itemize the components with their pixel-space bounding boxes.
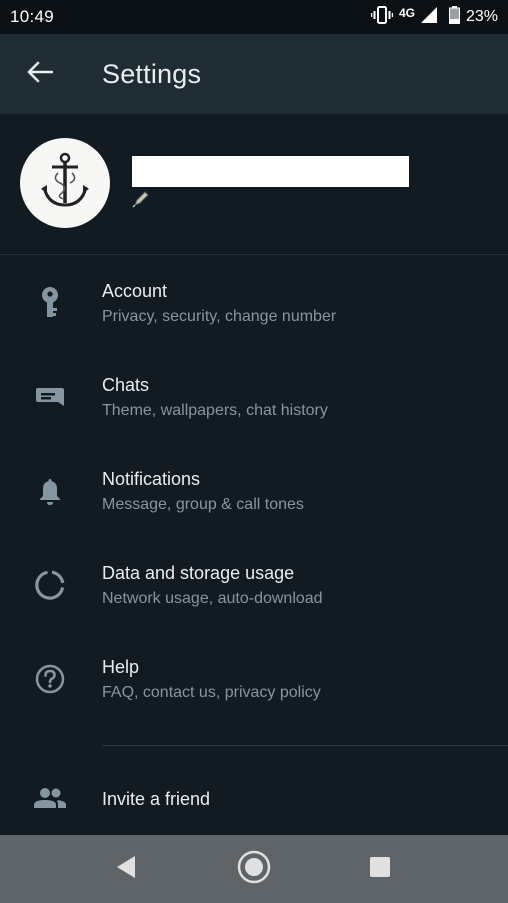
page-title: Settings [102, 58, 202, 89]
nav-back-icon [115, 855, 137, 884]
setting-item-data-storage[interactable]: Data and storage usage Network usage, au… [0, 538, 508, 632]
setting-text: Account Privacy, security, change number [102, 281, 336, 326]
setting-text: Help FAQ, contact us, privacy policy [102, 657, 321, 702]
key-icon [30, 283, 70, 323]
setting-item-account[interactable]: Account Privacy, security, change number [0, 256, 508, 350]
invite-friend-item[interactable]: Invite a friend [0, 768, 508, 830]
people-icon [30, 778, 70, 818]
divider [102, 745, 508, 746]
setting-title: Data and storage usage [102, 562, 295, 583]
setting-item-notifications[interactable]: Notifications Message, group & call tone… [0, 444, 508, 538]
setting-title: Help [102, 656, 140, 677]
data-usage-icon [30, 565, 70, 605]
setting-subtitle: Message, group & call tones [102, 495, 304, 513]
setting-text: Data and storage usage Network usage, au… [102, 563, 323, 608]
setting-title: Chats [102, 374, 150, 395]
nav-home-icon [237, 850, 271, 889]
setting-subtitle: Theme, wallpapers, chat history [102, 401, 328, 419]
back-button[interactable] [0, 34, 80, 114]
setting-item-help[interactable]: Help FAQ, contact us, privacy policy [0, 632, 508, 726]
profile-name [132, 156, 409, 187]
anchor-icon [38, 151, 92, 216]
setting-subtitle: FAQ, contact us, privacy policy [102, 683, 321, 701]
app-bar: Settings [0, 34, 508, 114]
status-time: 10:49 [10, 7, 55, 26]
bell-icon [30, 471, 70, 511]
setting-title: Notifications [102, 468, 201, 489]
battery-icon [448, 6, 460, 28]
profile-section[interactable] [0, 114, 508, 255]
setting-subtitle: Privacy, security, change number [102, 307, 337, 325]
nav-recents-icon [369, 856, 391, 883]
nav-recents-button[interactable] [350, 835, 410, 903]
setting-title: Account [102, 280, 168, 301]
battery-percentage: 23% [465, 8, 498, 25]
invite-label: Invite a friend [102, 788, 211, 809]
pencil-icon [132, 190, 150, 213]
network-type-label: 4G [398, 6, 415, 20]
nav-back-button[interactable] [96, 835, 156, 903]
vibrate-icon [370, 6, 394, 28]
settings-list: Account Privacy, security, change number… [0, 256, 508, 726]
setting-text: Chats Theme, wallpapers, chat history [102, 375, 328, 420]
chat-icon [30, 377, 70, 417]
status-indicators: 4G 23% [370, 6, 498, 28]
avatar[interactable] [20, 138, 110, 228]
status-bar: 10:49 4G 23% [0, 0, 508, 34]
setting-item-chats[interactable]: Chats Theme, wallpapers, chat history [0, 350, 508, 444]
nav-home-button[interactable] [224, 835, 284, 903]
system-nav-bar [0, 835, 508, 903]
help-icon [30, 659, 70, 699]
setting-text: Notifications Message, group & call tone… [102, 469, 304, 514]
arrow-left-icon [27, 61, 54, 88]
setting-subtitle: Network usage, auto-download [102, 589, 323, 607]
signal-icon [420, 7, 437, 27]
